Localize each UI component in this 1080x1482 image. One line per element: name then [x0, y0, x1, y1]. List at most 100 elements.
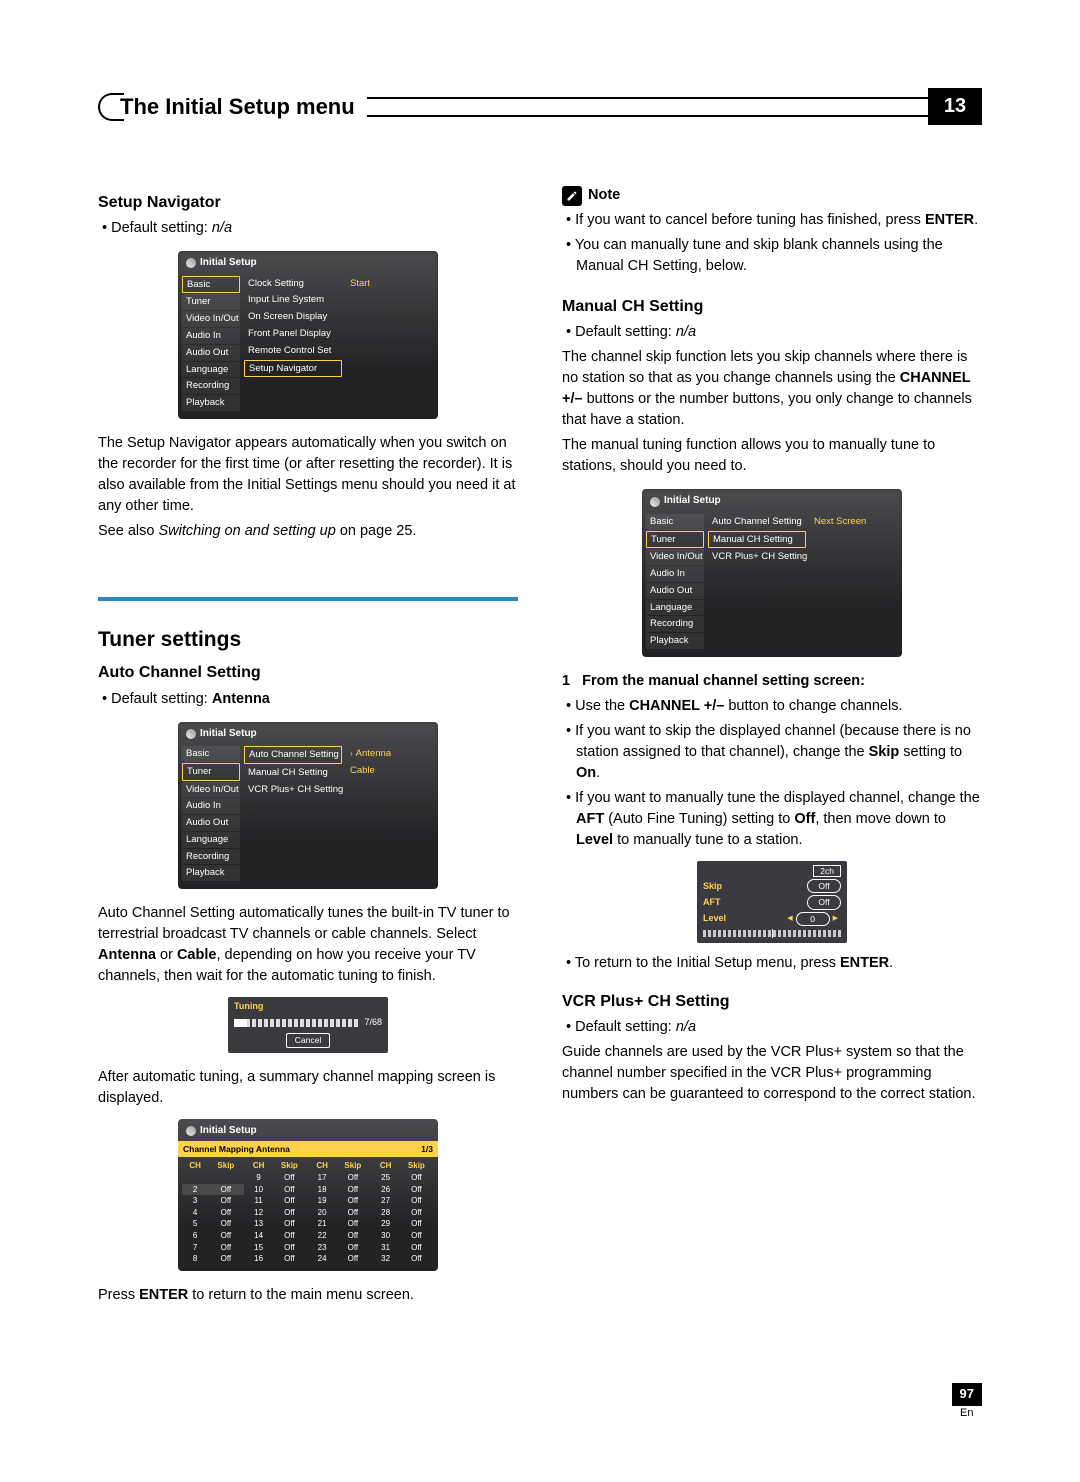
manual-s3: If you want to manually tune the display… [576, 788, 982, 851]
osd-submenu-item[interactable]: Front Panel Display [244, 326, 342, 342]
channel-row[interactable]: 31Off [373, 1242, 435, 1254]
vcr-plus-heading: VCR Plus+ CH Setting [562, 990, 982, 1013]
osd-menu-item[interactable]: Tuner [182, 294, 240, 310]
channel-row[interactable]: 22Off [309, 1230, 371, 1242]
channel-row[interactable]: 18Off [309, 1184, 371, 1196]
auto-channel-para1: Auto Channel Setting automatically tunes… [98, 903, 518, 987]
chapter-number-badge: 13 [928, 88, 982, 125]
channel-row[interactable]: 2Off [182, 1184, 244, 1196]
osd-submenu-item[interactable]: Auto Channel Setting [244, 746, 342, 764]
channel-row[interactable]: 28Off [373, 1207, 435, 1219]
osd-menu-item[interactable]: Audio Out [182, 345, 240, 361]
channel-row[interactable]: 9Off [246, 1172, 308, 1184]
vcr-para: Guide channels are used by the VCR Plus+… [562, 1042, 982, 1105]
channel-row[interactable]: 6Off [182, 1230, 244, 1242]
channel-row[interactable]: 24Off [309, 1253, 371, 1265]
cancel-button[interactable]: Cancel [286, 1033, 330, 1047]
osd-menu-item[interactable]: Audio Out [646, 583, 704, 599]
osd-menu-item[interactable]: Audio In [646, 566, 704, 582]
osd-menu-item[interactable]: Recording [182, 849, 240, 865]
channel-row[interactable]: 20Off [309, 1207, 371, 1219]
osd-submenu-item[interactable]: Auto Channel Setting [708, 514, 806, 530]
channel-row[interactable]: 25Off [373, 1172, 435, 1184]
osd-option[interactable]: Next Screen [810, 514, 898, 530]
osd-menu-item[interactable]: Tuner [646, 531, 704, 549]
osd-menu-item[interactable]: Recording [182, 378, 240, 394]
osd-submenu-item[interactable]: Input Line System [244, 292, 342, 308]
osd-option[interactable]: Antenna [346, 746, 434, 762]
osd-option[interactable]: Start [346, 276, 434, 292]
channel-row[interactable]: 19Off [309, 1195, 371, 1207]
osd-submenu-item[interactable]: Manual CH Setting [708, 531, 806, 549]
channel-row[interactable]: 26Off [373, 1184, 435, 1196]
channel-row[interactable]: 14Off [246, 1230, 308, 1242]
channel-row[interactable]: 4Off [182, 1207, 244, 1219]
manual-ch-p2: The manual tuning function allows you to… [562, 435, 982, 477]
osd-submenu-item[interactable]: VCR Plus+ CH Setting [244, 782, 342, 798]
channel-row[interactable]: 3Off [182, 1195, 244, 1207]
skip-toggle[interactable]: Off [807, 879, 841, 893]
channel-row[interactable]: 30Off [373, 1230, 435, 1242]
osd-menu-item[interactable]: Recording [646, 616, 704, 632]
disc-icon [186, 729, 196, 739]
level-value[interactable]: 0 [796, 912, 830, 926]
osd-menu-item[interactable]: Audio In [182, 328, 240, 344]
auto-channel-heading: Auto Channel Setting [98, 661, 518, 684]
channel-row[interactable]: 8Off [182, 1253, 244, 1265]
page-number: 97 [952, 1383, 982, 1406]
osd-manual-ch: Initial Setup BasicTunerVideo In/OutAudi… [642, 489, 902, 657]
section-rule [98, 597, 518, 603]
osd-menu-item[interactable]: Playback [182, 395, 240, 411]
osd-menu-item[interactable]: Basic [182, 746, 240, 762]
channel-row[interactable]: 17Off [309, 1172, 371, 1184]
manual-step1: 1 From the manual channel setting screen… [562, 671, 982, 692]
osd-channel-mapping: Initial Setup Channel Mapping Antenna1/3… [178, 1119, 438, 1271]
setup-nav-para: The Setup Navigator appears automaticall… [98, 433, 518, 517]
channel-row[interactable]: 16Off [246, 1253, 308, 1265]
osd-menu-item[interactable]: Video In/Out [182, 782, 240, 798]
osd-menu-item[interactable]: Audio In [182, 798, 240, 814]
progress-bar [234, 1019, 360, 1027]
chapter-header: The Initial Setup menu 13 [98, 88, 982, 125]
aft-toggle[interactable]: Off [807, 895, 841, 909]
channel-row[interactable]: 12Off [246, 1207, 308, 1219]
channel-row[interactable]: 21Off [309, 1218, 371, 1230]
osd-submenu-item[interactable]: Manual CH Setting [244, 765, 342, 781]
channel-row[interactable]: 7Off [182, 1242, 244, 1254]
manual-s2: If you want to skip the displayed channe… [576, 721, 982, 784]
channel-row[interactable]: 27Off [373, 1195, 435, 1207]
chapter-rule [367, 97, 928, 117]
osd-submenu-item[interactable]: Remote Control Set [244, 343, 342, 359]
auto-channel-para2: After automatic tuning, a summary channe… [98, 1067, 518, 1109]
channel-row[interactable]: 32Off [373, 1253, 435, 1265]
channel-row[interactable]: 5Off [182, 1218, 244, 1230]
osd-menu-item[interactable]: Language [182, 832, 240, 848]
channel-row[interactable]: 11Off [246, 1195, 308, 1207]
chevron-right-icon[interactable]: ▶ [830, 914, 841, 924]
osd-menu-item[interactable]: Playback [646, 633, 704, 649]
osd-menu-item[interactable]: Basic [182, 276, 240, 294]
disc-icon [650, 497, 660, 507]
channel-row[interactable]: 10Off [246, 1184, 308, 1196]
osd-option[interactable]: Cable [346, 763, 434, 779]
osd-menu-item[interactable]: Video In/Out [646, 549, 704, 565]
manual-ch-default: Default setting: n/a [576, 322, 982, 343]
osd-menu-item[interactable]: Language [182, 362, 240, 378]
osd-submenu-item[interactable]: VCR Plus+ CH Setting [708, 549, 806, 565]
osd-menu-item[interactable]: Basic [646, 514, 704, 530]
osd-menu-item[interactable]: Audio Out [182, 815, 240, 831]
osd-submenu-item[interactable]: On Screen Display [244, 309, 342, 325]
osd-menu-item[interactable]: Playback [182, 865, 240, 881]
osd-menu-item[interactable]: Language [646, 600, 704, 616]
osd-submenu-item[interactable]: Clock Setting [244, 276, 342, 292]
osd-menu-item[interactable]: Tuner [182, 763, 240, 781]
channel-row[interactable]: 13Off [246, 1218, 308, 1230]
chevron-left-icon[interactable]: ◀ [784, 914, 795, 924]
channel-row[interactable]: 15Off [246, 1242, 308, 1254]
channel-row[interactable]: 23Off [309, 1242, 371, 1254]
channel-row[interactable]: 29Off [373, 1218, 435, 1230]
osd-submenu-item[interactable]: Setup Navigator [244, 360, 342, 378]
manual-s1: Use the CHANNEL +/– button to change cha… [576, 696, 982, 717]
left-column: Setup Navigator Default setting: n/a Ini… [98, 185, 518, 1310]
osd-menu-item[interactable]: Video In/Out [182, 311, 240, 327]
